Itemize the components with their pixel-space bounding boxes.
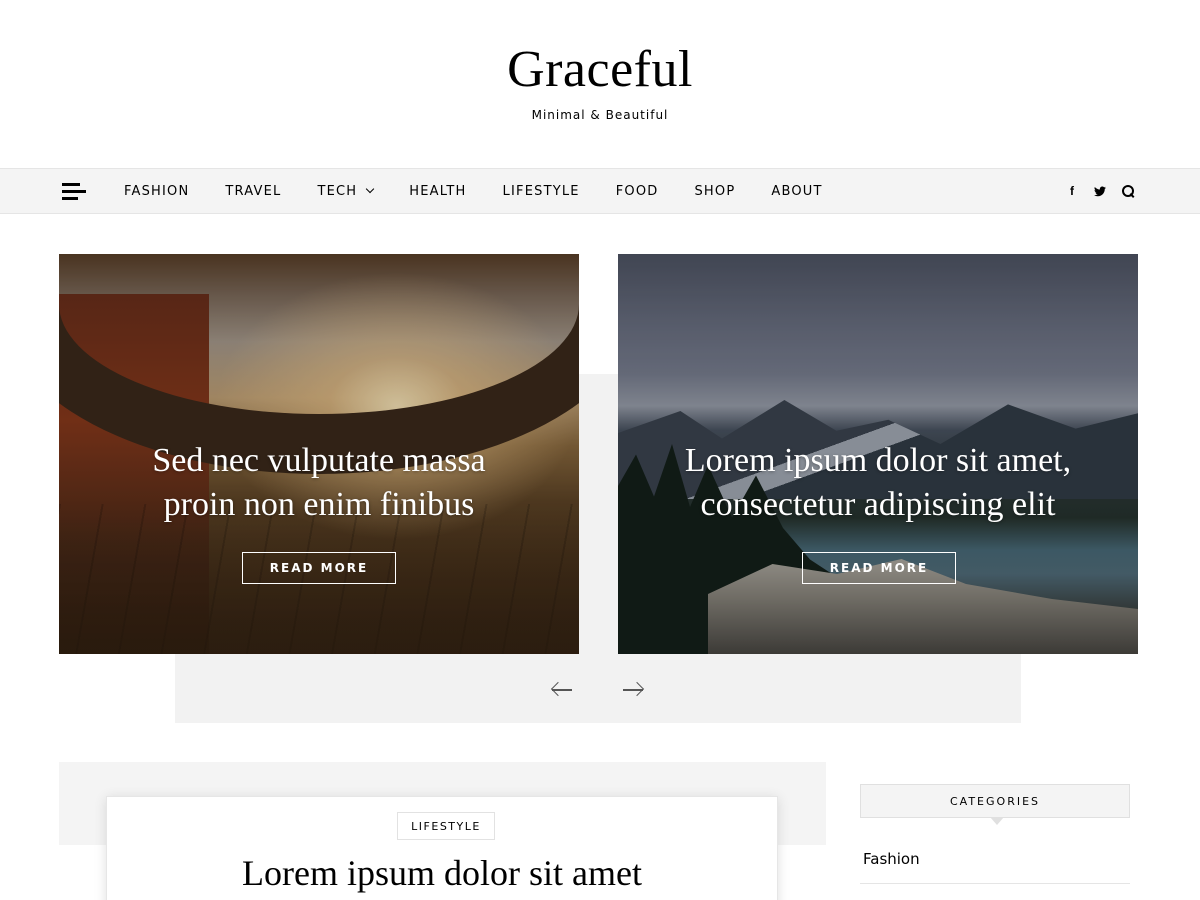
slide-title-line: Lorem ipsum dolor sit amet, [684, 442, 1072, 479]
nav-item-label: FASHION [124, 183, 190, 199]
site-header: Graceful Minimal & Beautiful [0, 0, 1200, 168]
slide-title[interactable]: Sed nec vulputate massa proin non enim f… [59, 439, 579, 527]
nav-item-lifestyle[interactable]: LIFESTYLE [485, 184, 598, 199]
nav-item-health[interactable]: HEALTH [391, 184, 484, 199]
nav-item-travel[interactable]: TRAVEL [207, 184, 299, 199]
nav-item-label: FOOD [615, 183, 659, 199]
arrow-right-icon[interactable] [621, 681, 645, 699]
facebook-icon[interactable]: f [1066, 184, 1078, 198]
nav-item-label: TECH [317, 183, 358, 199]
featured-slide[interactable]: Sed nec vulputate massa proin non enim f… [59, 254, 579, 654]
read-more-button[interactable]: READ MORE [802, 552, 956, 584]
divider [860, 883, 1130, 884]
nav-item-shop[interactable]: SHOP [676, 184, 753, 199]
post-title[interactable]: Lorem ipsum dolor sit amet [106, 850, 778, 896]
nav-item-label: SHOP [694, 183, 736, 199]
slide-title[interactable]: Lorem ipsum dolor sit amet, consectetur … [618, 439, 1138, 527]
hamburger-icon[interactable] [62, 183, 86, 201]
chevron-down-icon [366, 184, 375, 194]
nav-item-tech[interactable]: TECH [299, 184, 391, 199]
nav-item-label: HEALTH [409, 183, 467, 199]
slide-title-line: proin non enim finibus [163, 486, 475, 523]
nav-item-food[interactable]: FOOD [598, 184, 677, 199]
widget-pointer [990, 817, 1004, 825]
site-title[interactable]: Graceful [0, 38, 1200, 102]
category-link[interactable]: Fashion [863, 850, 920, 868]
featured-slide[interactable]: Lorem ipsum dolor sit amet, consectetur … [618, 254, 1138, 654]
nav-item-label: ABOUT [771, 183, 823, 199]
nav-menu: FASHION TRAVEL TECH HEALTH LIFESTYLE FOO… [106, 169, 841, 213]
slide-title-line: consectetur adipiscing elit [700, 486, 1056, 523]
post-category-badge[interactable]: LIFESTYLE [397, 812, 495, 840]
search-icon[interactable] [1122, 184, 1134, 198]
slide-title-line: Sed nec vulputate massa [152, 442, 486, 479]
main-navigation: FASHION TRAVEL TECH HEALTH LIFESTYLE FOO… [0, 168, 1200, 214]
nav-item-about[interactable]: ABOUT [753, 184, 840, 199]
categories-widget-title: CATEGORIES [860, 784, 1130, 818]
nav-item-label: LIFESTYLE [502, 183, 580, 199]
twitter-icon[interactable] [1094, 186, 1106, 197]
nav-item-fashion[interactable]: FASHION [106, 184, 207, 199]
site-tagline: Minimal & Beautiful [531, 108, 669, 122]
nav-social-icons: f [1066, 169, 1134, 213]
arrow-left-icon[interactable] [550, 681, 574, 699]
read-more-button[interactable]: READ MORE [242, 552, 396, 584]
nav-item-label: TRAVEL [225, 183, 282, 199]
